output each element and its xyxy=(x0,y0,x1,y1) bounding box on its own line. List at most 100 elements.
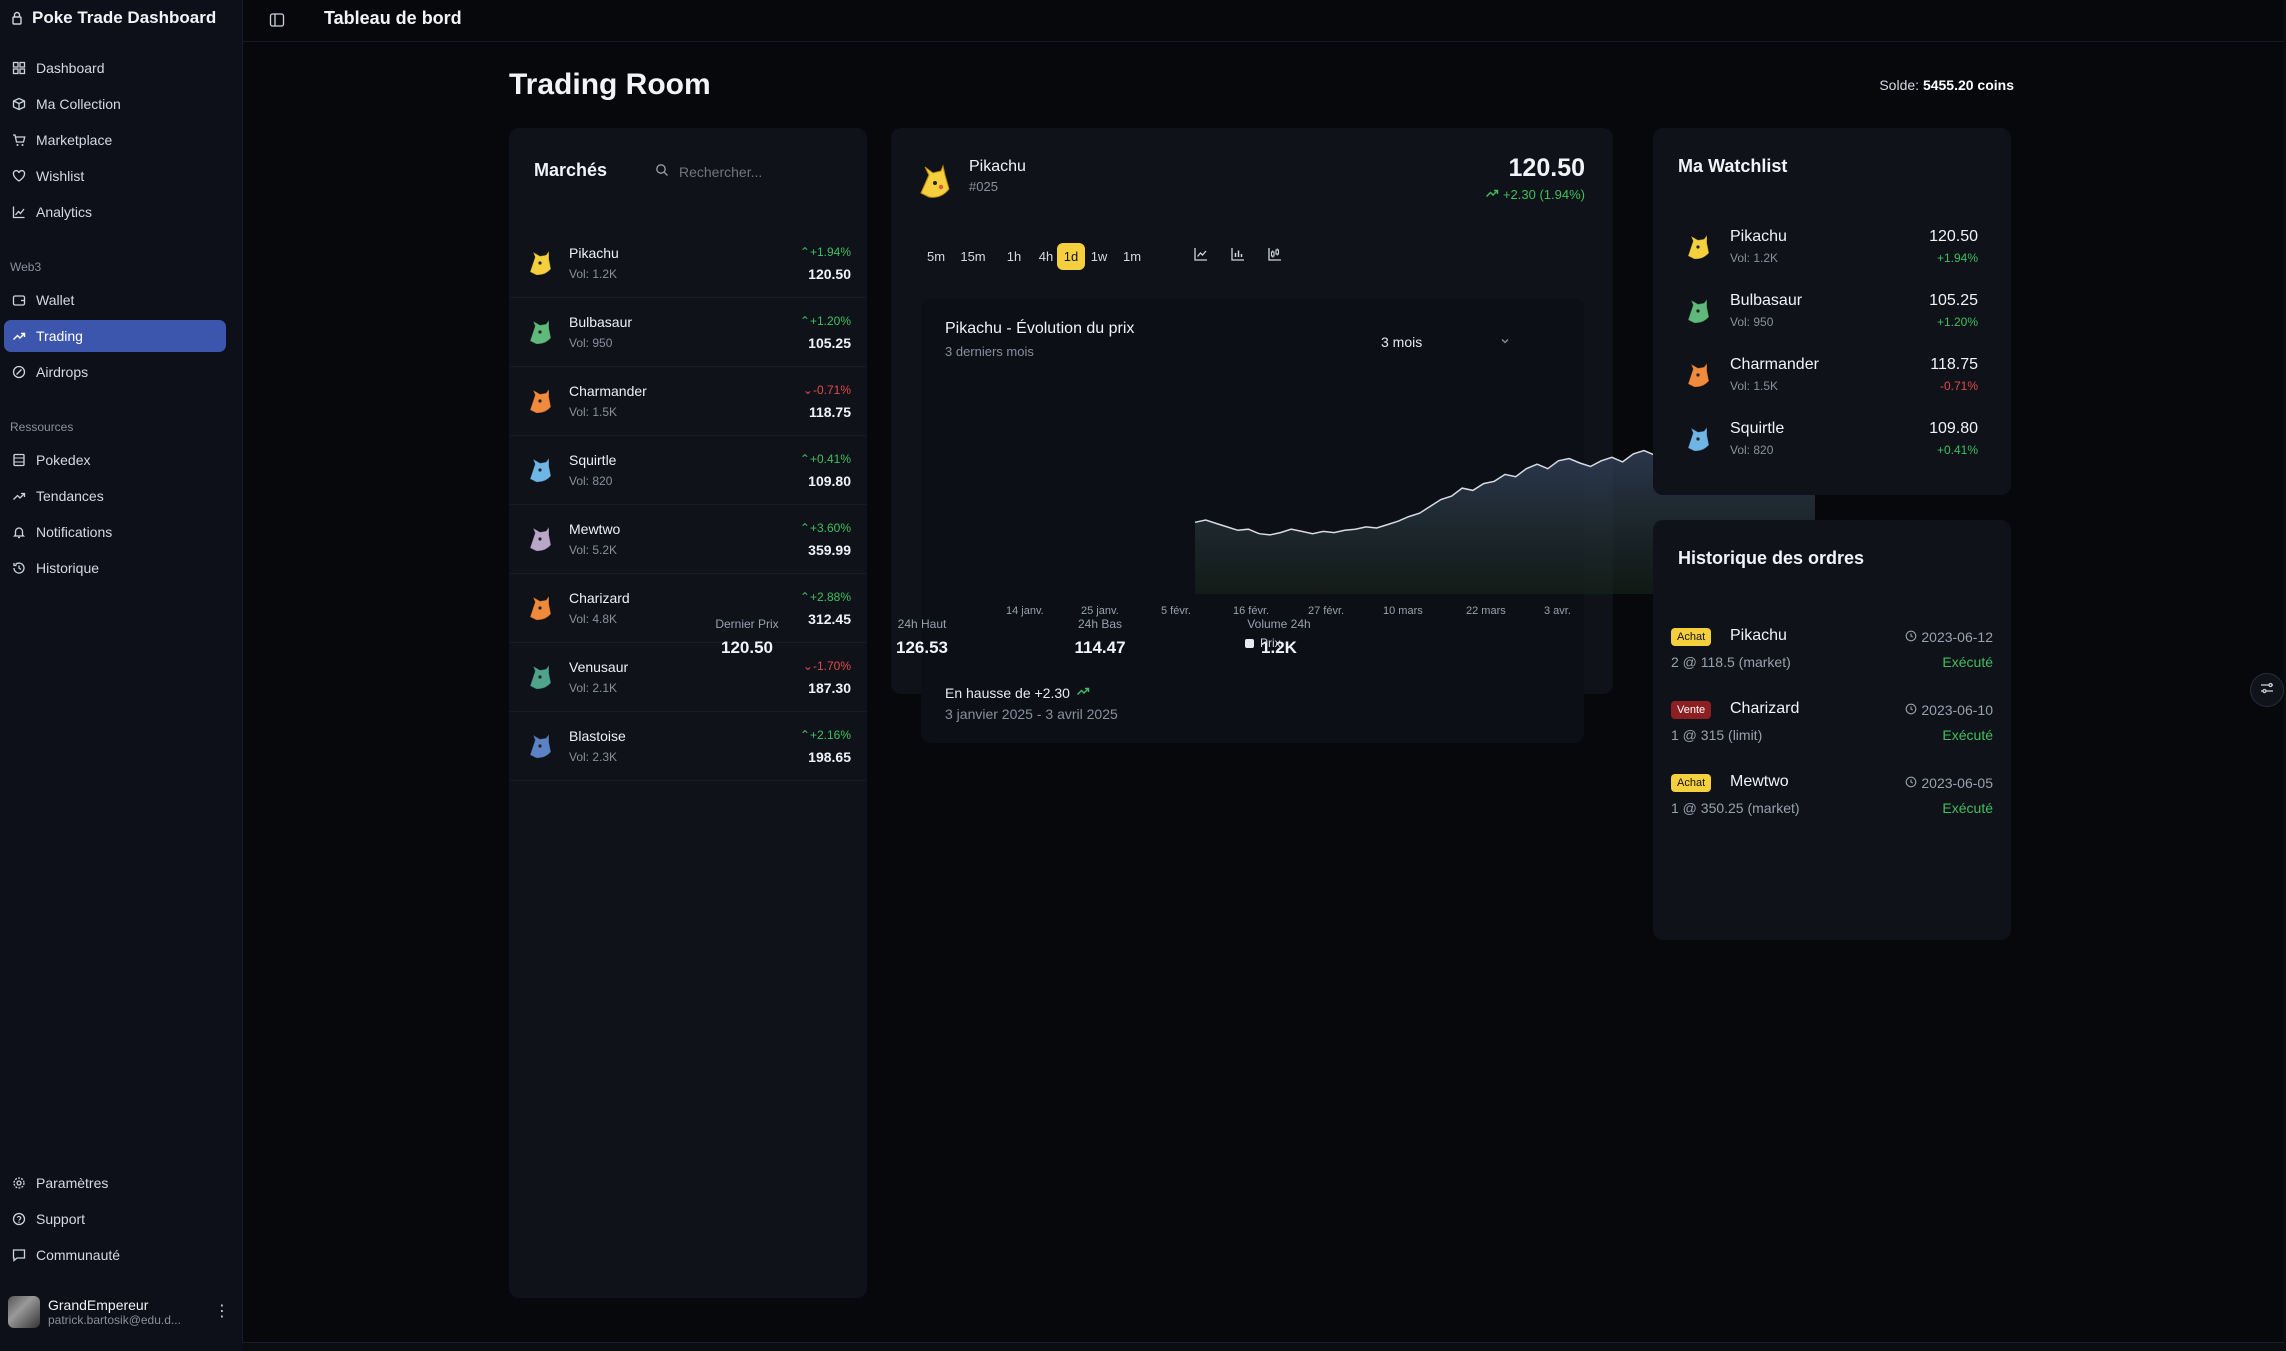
user-profile[interactable]: GrandEmpereur patrick.bartosik@edu.d... … xyxy=(8,1292,230,1332)
sidebar-item-parametres[interactable]: Paramètres xyxy=(4,1167,226,1199)
watchlist-row[interactable]: Charmander Vol: 1.5K 118.75 -0.71% xyxy=(1653,350,2011,410)
market-name: Mewtwo xyxy=(569,521,621,537)
watchlist-change: -0.71% xyxy=(1939,379,1978,393)
sidebar-item-tendances[interactable]: Tendances xyxy=(4,480,226,512)
watchlist-row[interactable]: Pikachu Vol: 1.2K 120.50 +1.94% xyxy=(1653,222,2011,282)
chevron-down-icon xyxy=(1499,334,1511,350)
sidebar-item-analytics[interactable]: Analytics xyxy=(4,196,226,228)
timeframe-button[interactable]: 15m xyxy=(955,243,991,270)
timeframe-button[interactable]: 5m xyxy=(919,243,953,270)
chart-legend: Prix xyxy=(1245,636,1281,650)
market-row[interactable]: Mewtwo Vol: 5.2K ⌃+3.60% 359.99 xyxy=(509,508,867,574)
pokemon-sprite-icon xyxy=(525,662,555,692)
market-search[interactable] xyxy=(645,154,843,190)
market-name: Bulbasaur xyxy=(569,314,633,330)
sidebar-item-label: Tendances xyxy=(36,488,104,504)
timeframe-button[interactable]: 1m xyxy=(1117,243,1147,270)
watchlist-name: Pikachu xyxy=(1730,228,1787,245)
line-chart-type-icon[interactable] xyxy=(1193,246,1209,266)
market-row[interactable]: Bulbasaur Vol: 950 ⌃+1.20% 105.25 xyxy=(509,301,867,367)
cart-icon xyxy=(12,133,26,147)
period-select[interactable]: 3 mois xyxy=(1371,328,1521,356)
market-row[interactable]: Blastoise Vol: 2.3K ⌃+2.16% 198.65 xyxy=(509,715,867,781)
clock-icon xyxy=(1905,629,1917,645)
search-input[interactable] xyxy=(677,163,827,181)
pokemon-sprite-icon xyxy=(1683,360,1713,394)
market-price: 118.75 xyxy=(808,404,851,420)
x-tick-label: 5 févr. xyxy=(1161,605,1191,617)
balance-value: 5455.20 coins xyxy=(1922,77,2014,93)
markets-title: Marchés xyxy=(534,160,608,180)
sidebar-item-wishlist[interactable]: Wishlist xyxy=(4,160,226,192)
market-row[interactable]: Squirtle Vol: 820 ⌃+0.41% 109.80 xyxy=(509,439,867,505)
timeframe-button[interactable]: 4h xyxy=(1033,243,1059,270)
pokemon-sprite-icon xyxy=(1683,424,1713,458)
pikachu-avatar xyxy=(915,163,953,201)
market-name: Squirtle xyxy=(569,452,617,468)
wallet-icon xyxy=(12,293,26,307)
watchlist-row[interactable]: Squirtle Vol: 820 109.80 +0.41% xyxy=(1653,414,2011,474)
timeframe-button[interactable]: 1d xyxy=(1057,243,1085,270)
market-name: Venusaur xyxy=(569,659,629,675)
sidebar-item-collection[interactable]: Ma Collection xyxy=(4,88,226,120)
x-tick-label: 3 avr. xyxy=(1544,605,1571,617)
market-change-value: +2.16% xyxy=(809,728,851,742)
sidebar-item-notifications[interactable]: Notifications xyxy=(4,516,226,548)
market-change-value: +1.20% xyxy=(809,314,851,328)
market-price: 109.80 xyxy=(808,473,851,489)
bar-chart-type-icon[interactable] xyxy=(1230,246,1246,266)
lock-icon xyxy=(10,11,24,25)
chevron-down-icon: ⌄ xyxy=(802,383,813,397)
chevron-up-icon: ⌃ xyxy=(799,245,810,259)
chevron-up-icon: ⌃ xyxy=(799,590,810,604)
sidebar-item-wallet[interactable]: Wallet xyxy=(4,284,226,316)
sidebar-toggle-icon[interactable] xyxy=(269,12,285,32)
market-change: ⌃+0.41% xyxy=(800,452,851,466)
orders-list: Achat Pikachu 2023-06-12 2 @ 118.5 (market)… xyxy=(1671,627,1993,928)
sidebar-item-label: Paramètres xyxy=(36,1175,109,1191)
more-vertical-icon[interactable]: ⋮ xyxy=(214,1304,230,1320)
date-range: 3 janvier 2025 - 3 avril 2025 xyxy=(945,706,1118,722)
watchlist-price: 120.50 xyxy=(1929,228,1978,245)
market-change: ⌃+3.60% xyxy=(800,521,851,535)
market-name: Charmander xyxy=(569,383,647,399)
sidebar-item-dashboard[interactable]: Dashboard xyxy=(4,52,226,84)
stat-value: 114.47 xyxy=(1074,638,1126,657)
sidebar-item-communaute[interactable]: Communauté xyxy=(4,1239,226,1271)
timeframe-button[interactable]: 1w xyxy=(1086,243,1112,270)
timeframe-button[interactable]: 1h xyxy=(1000,243,1028,270)
legend-label: Prix xyxy=(1260,636,1281,650)
trending-up-icon xyxy=(12,329,26,343)
watchlist-row[interactable]: Bulbasaur Vol: 950 105.25 +1.20% xyxy=(1653,286,2011,346)
sliders-icon xyxy=(2259,680,2275,700)
trend-summary: En hausse de +2.30 xyxy=(945,684,1090,701)
sidebar-item-marketplace[interactable]: Marketplace xyxy=(4,124,226,156)
search-icon xyxy=(655,163,669,181)
sidebar-item-trading[interactable]: Trading xyxy=(4,320,226,352)
heart-icon xyxy=(12,169,26,183)
candlestick-chart-type-icon[interactable] xyxy=(1267,246,1283,266)
sidebar-item-pokedex[interactable]: Pokedex xyxy=(4,444,226,476)
order-row[interactable]: Vente Charizard 2023-06-10 1 @ 315 (limit) E… xyxy=(1671,700,1993,761)
app-title[interactable]: Poke Trade Dashboard xyxy=(10,8,216,28)
sidebar-item-historique[interactable]: Historique xyxy=(4,552,226,584)
market-row[interactable]: Pikachu Vol: 1.2K ⌃+1.94% 120.50 xyxy=(509,232,867,298)
order-row[interactable]: Achat Mewtwo 2023-06-05 1 @ 350.25 (market)… xyxy=(1671,773,1993,834)
sidebar-item-support[interactable]: Support xyxy=(4,1203,226,1235)
bell-icon xyxy=(12,525,26,539)
order-date-value: 2023-06-10 xyxy=(1921,702,1993,718)
sidebar-item-airdrops[interactable]: Airdrops xyxy=(4,356,226,388)
order-row[interactable]: Achat Pikachu 2023-06-12 2 @ 118.5 (market)… xyxy=(1671,627,1993,688)
floating-settings-button[interactable] xyxy=(2250,673,2284,707)
section-label-web3: Web3 xyxy=(10,260,42,274)
pokemon-sprite-icon xyxy=(1683,296,1713,330)
pokemon-sprite-icon xyxy=(525,386,555,416)
market-price: 105.25 xyxy=(808,335,851,351)
market-volume: Vol: 4.8K xyxy=(569,612,618,626)
market-change-value: +2.88% xyxy=(809,590,851,604)
chevron-up-icon: ⌃ xyxy=(799,314,810,328)
watchlist-price: 109.80 xyxy=(1929,420,1978,437)
market-row[interactable]: Charmander Vol: 1.5K ⌄-0.71% 118.75 xyxy=(509,370,867,436)
market-row[interactable]: Charizard Vol: 4.8K ⌃+2.88% 312.45 xyxy=(509,577,867,643)
market-change-value: +0.41% xyxy=(809,452,851,466)
